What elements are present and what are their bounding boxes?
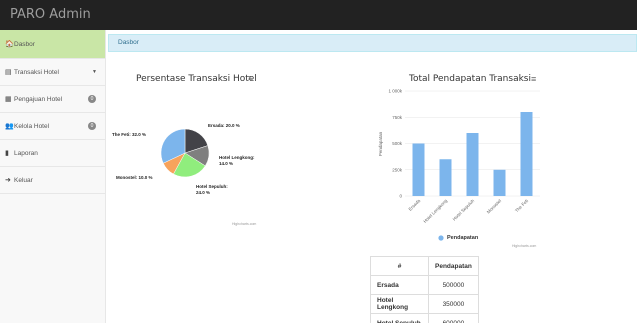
sidebar-item-keluar[interactable]: ➜ Keluar — [0, 167, 105, 194]
sidebar-item-dasbor[interactable]: 🏠 Dasbor — [0, 30, 105, 59]
count-badge: 0 — [88, 122, 96, 130]
pie-chart-title: Persentase Transaksi Hotel — [136, 74, 257, 84]
pie-label-hotel-sepuluh: Hotel Sepuluh: 24.0 % — [196, 184, 228, 195]
bar-ersada[interactable] — [412, 143, 425, 197]
x-tick-label: Ersada — [408, 198, 422, 212]
bar-chart: 0250k500k750k1 000k Pendapatan Ersada Hot… — [378, 89, 540, 224]
bar-hotel-lengkong[interactable] — [439, 159, 452, 196]
pie-label-hotel-lengkong: Hotel Lengkong: 14.0 % — [219, 155, 255, 166]
bar-the-feti[interactable] — [520, 112, 533, 196]
sidebar-item-label: Pengajuan Hotel — [14, 96, 63, 103]
sidebar-item-label: Transaksi Hotel — [14, 69, 59, 76]
sidebar-item-label: Kelola Hotel — [14, 123, 50, 130]
table-header: # — [370, 256, 429, 276]
sidebar: 🏠 Dasbor ▤ Transaksi Hotel ▼ ▦ Pengajuan… — [0, 30, 106, 323]
top-navbar: PARO Admin — [0, 0, 637, 30]
count-badge: 0 — [88, 95, 96, 103]
pie-chart — [160, 128, 210, 178]
table-row: Ersada 500000 — [370, 275, 479, 295]
sidebar-item-label: Laporan — [14, 150, 38, 157]
pie-label-monostel: Monostel: 10.0 % — [116, 175, 153, 180]
breadcrumb[interactable]: Dasbor — [108, 34, 637, 52]
table-row: Hotel Sepuluh 600000 — [370, 313, 479, 323]
pie-chart-credit[interactable]: Highcharts.com — [232, 222, 256, 226]
sidebar-item-kelola-hotel[interactable]: 👥 Kelola Hotel 0 — [0, 113, 105, 140]
table-row: Hotel Lengkong 350000 — [370, 294, 479, 314]
bar-monostel[interactable] — [493, 169, 506, 196]
sign-out-icon: ➜ — [5, 177, 11, 184]
y-tick-label: 250k — [392, 167, 403, 172]
table-cell-name: Hotel Lengkong — [370, 294, 429, 314]
bar-chart-title: Total Pendapatan Transaksi — [409, 74, 531, 84]
pie-label-ersada: Ersada: 20.0 % — [208, 123, 240, 128]
caret-down-icon: ▼ — [92, 69, 97, 75]
x-tick-label: The Feti — [514, 198, 529, 213]
y-tick-label: 500k — [392, 141, 403, 146]
table-header: Pendapatan — [428, 256, 479, 276]
sidebar-item-label: Dasbor — [14, 41, 35, 48]
sidebar-item-pengajuan-hotel[interactable]: ▦ Pengajuan Hotel 0 — [0, 86, 105, 113]
sidebar-item-transaksi-hotel[interactable]: ▤ Transaksi Hotel ▼ — [0, 59, 105, 86]
sidebar-item-label: Keluar — [14, 177, 33, 184]
table-cell-value: 500000 — [428, 275, 479, 295]
table-cell-value: 600000 — [428, 313, 479, 323]
y-tick-label: 0 — [399, 194, 402, 199]
table-cell-value: 350000 — [428, 294, 479, 314]
x-tick-label: Hotel Sepuluh — [452, 198, 476, 222]
table-cell-name: Ersada — [370, 275, 429, 295]
y-axis-label: Pendapatan — [378, 131, 383, 156]
home-icon: 🏠 — [5, 41, 14, 48]
bar-hotel-sepuluh[interactable] — [466, 133, 479, 196]
y-tick-label: 1 000k — [388, 89, 402, 94]
app-brand[interactable]: PARO Admin — [10, 7, 91, 22]
users-icon: 👥 — [5, 123, 14, 130]
table-icon: ▦ — [5, 96, 12, 103]
legend-label[interactable]: Pendapatan — [447, 235, 478, 241]
table-header-row: # Pendapatan — [370, 256, 479, 276]
table-cell-name: Hotel Sepuluh — [370, 313, 429, 323]
sidebar-item-laporan[interactable]: ▮ Laporan — [0, 140, 105, 167]
bar-chart-menu-icon[interactable]: ≡ — [531, 74, 536, 84]
bar-chart-credit[interactable]: Highcharts.com — [512, 244, 536, 248]
y-tick-label: 750k — [392, 115, 403, 120]
pie-label-the-feti: The Feti: 32.0 % — [112, 132, 147, 137]
pie-chart-menu-icon[interactable]: ≡ — [248, 73, 253, 83]
revenue-table: # Pendapatan Ersada 500000 Hotel Lengkon… — [370, 256, 479, 323]
legend-marker — [438, 235, 444, 241]
file-icon: ▮ — [5, 150, 9, 157]
x-tick-label: Hotel Lengkong — [422, 198, 448, 224]
database-icon: ▤ — [5, 69, 12, 76]
x-tick-label: Monostel — [486, 198, 502, 214]
